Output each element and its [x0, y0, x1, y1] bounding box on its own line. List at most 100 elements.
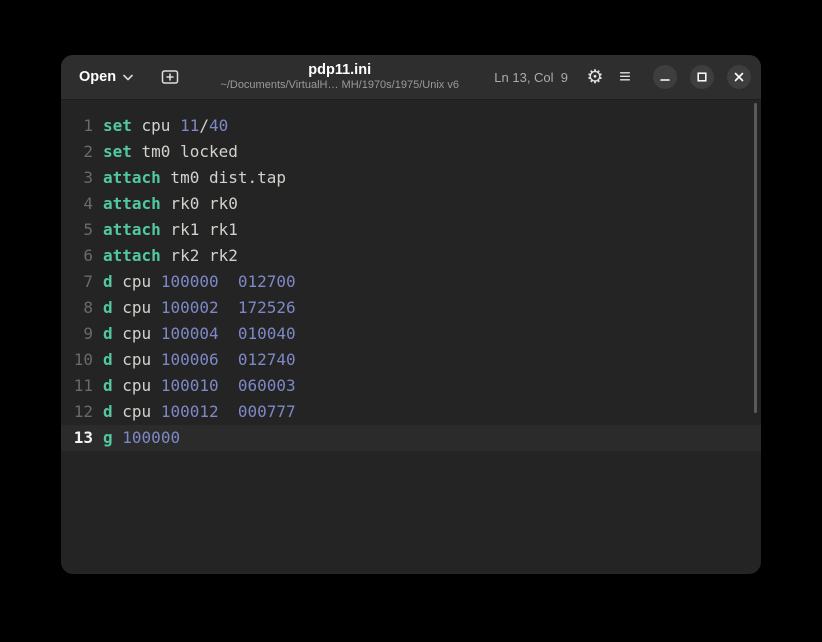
document-path: ~/Documents/VirtualH… MH/1970s/1975/Unix… [220, 79, 459, 93]
code-token: g [103, 425, 113, 451]
line-number: 9 [67, 321, 93, 347]
line-number: 7 [67, 269, 93, 295]
code-token: cpu [113, 399, 161, 425]
code-token: 100000 [161, 269, 219, 295]
open-button-label: Open [79, 69, 116, 85]
code-line[interactable]: 4 attach rk0 rk0 [61, 191, 761, 217]
line-number: 4 [67, 191, 93, 217]
code-line[interactable]: 6 attach rk2 rk2 [61, 243, 761, 269]
headerbar-right: Ln 13, Col 9 ⚙ ≡ [494, 62, 751, 92]
line-number: 2 [67, 139, 93, 165]
code-token [219, 269, 238, 295]
minimize-button[interactable] [653, 65, 677, 89]
code-area: 1set cpu 11/402set tm0 locked3attach tm0… [61, 113, 761, 451]
code-token: rk1 rk1 [161, 217, 238, 243]
open-button[interactable]: Open [71, 63, 141, 91]
code-token: 060003 [238, 373, 296, 399]
code-token: 100004 [161, 321, 219, 347]
code-token: attach [103, 191, 161, 217]
code-token: set [103, 113, 132, 139]
code-token: cpu [132, 113, 180, 139]
code-line[interactable]: 2 set tm0 locked [61, 139, 761, 165]
vertical-scrollbar[interactable] [754, 103, 757, 413]
new-tab-button[interactable] [155, 62, 185, 92]
cursor-position-indicator[interactable]: Ln 13, Col 9 [494, 70, 568, 85]
code-token: attach [103, 165, 161, 191]
document-title: pdp11.ini [308, 61, 371, 79]
code-token: 11 [180, 113, 199, 139]
code-token: d [103, 295, 113, 321]
headerbar-left: Open [71, 62, 185, 92]
code-token: d [103, 373, 113, 399]
code-line[interactable]: 11 d cpu 100010 060003 [61, 373, 761, 399]
code-token: 40 [209, 113, 228, 139]
code-token [219, 347, 238, 373]
code-token: 000777 [238, 399, 296, 425]
code-line[interactable]: 5 attach rk1 rk1 [61, 217, 761, 243]
main-menu-button[interactable]: ≡ [610, 62, 640, 92]
code-token [219, 321, 238, 347]
gear-icon: ⚙ [586, 68, 603, 87]
code-token: tm0 dist.tap [161, 165, 286, 191]
code-token [219, 373, 238, 399]
line-number: 12 [67, 399, 93, 425]
code-token: d [103, 347, 113, 373]
code-token: d [103, 321, 113, 347]
code-token: 012740 [238, 347, 296, 373]
code-token [113, 425, 123, 451]
code-token: cpu [113, 269, 161, 295]
code-line[interactable]: 9d cpu 100004 010040 [61, 321, 761, 347]
code-token: cpu [113, 347, 161, 373]
code-token [219, 399, 238, 425]
code-token [219, 295, 238, 321]
code-token: 172526 [238, 295, 296, 321]
line-number: 13 [67, 425, 93, 451]
minimize-icon [659, 71, 671, 83]
headerbar: Open pdp11.ini ~/Documen [61, 55, 761, 100]
code-token: rk2 rk2 [161, 243, 238, 269]
code-token: 100006 [161, 347, 219, 373]
code-token: 100002 [161, 295, 219, 321]
code-token: attach [103, 243, 161, 269]
code-line[interactable]: 1 set cpu 11/40 [61, 113, 761, 139]
code-line[interactable]: 12 d cpu 100012 000777 [61, 399, 761, 425]
code-token: set [103, 139, 132, 165]
window-title-area: pdp11.ini ~/Documents/VirtualH… MH/1970s… [185, 61, 494, 93]
code-token: rk0 rk0 [161, 191, 238, 217]
code-line[interactable]: 10 d cpu 100006 012740 [61, 347, 761, 373]
hamburger-menu-icon: ≡ [619, 67, 631, 87]
code-token: 100010 [161, 373, 219, 399]
code-line[interactable]: 13 g 100000 [61, 425, 761, 451]
code-token: d [103, 399, 113, 425]
line-number: 10 [67, 347, 93, 373]
code-token: cpu [113, 321, 161, 347]
code-token: 100000 [122, 425, 180, 451]
code-line[interactable]: 7d cpu 100000 012700 [61, 269, 761, 295]
code-editor[interactable]: 1set cpu 11/402set tm0 locked3attach tm0… [61, 100, 761, 574]
line-number: 6 [67, 243, 93, 269]
line-number: 8 [67, 295, 93, 321]
line-number: 3 [67, 165, 93, 191]
chevron-down-icon [123, 74, 133, 81]
code-token: cpu [113, 295, 161, 321]
code-token: 010040 [238, 321, 296, 347]
code-token: 100012 [161, 399, 219, 425]
document-settings-button[interactable]: ⚙ [580, 62, 610, 92]
close-icon [733, 71, 745, 83]
code-token: attach [103, 217, 161, 243]
code-token: 012700 [238, 269, 296, 295]
maximize-button[interactable] [690, 65, 714, 89]
code-line[interactable]: 3 attach tm0 dist.tap [61, 165, 761, 191]
tab-new-icon [161, 69, 179, 85]
code-token: / [199, 113, 209, 139]
line-number: 5 [67, 217, 93, 243]
code-token: tm0 locked [132, 139, 238, 165]
code-line[interactable]: 8d cpu 100002 172526 [61, 295, 761, 321]
line-number: 1 [67, 113, 93, 139]
code-token: cpu [113, 373, 161, 399]
maximize-icon [696, 71, 708, 83]
close-button[interactable] [727, 65, 751, 89]
text-editor-window: Open pdp11.ini ~/Documen [61, 55, 761, 574]
line-number: 11 [67, 373, 93, 399]
code-token: d [103, 269, 113, 295]
